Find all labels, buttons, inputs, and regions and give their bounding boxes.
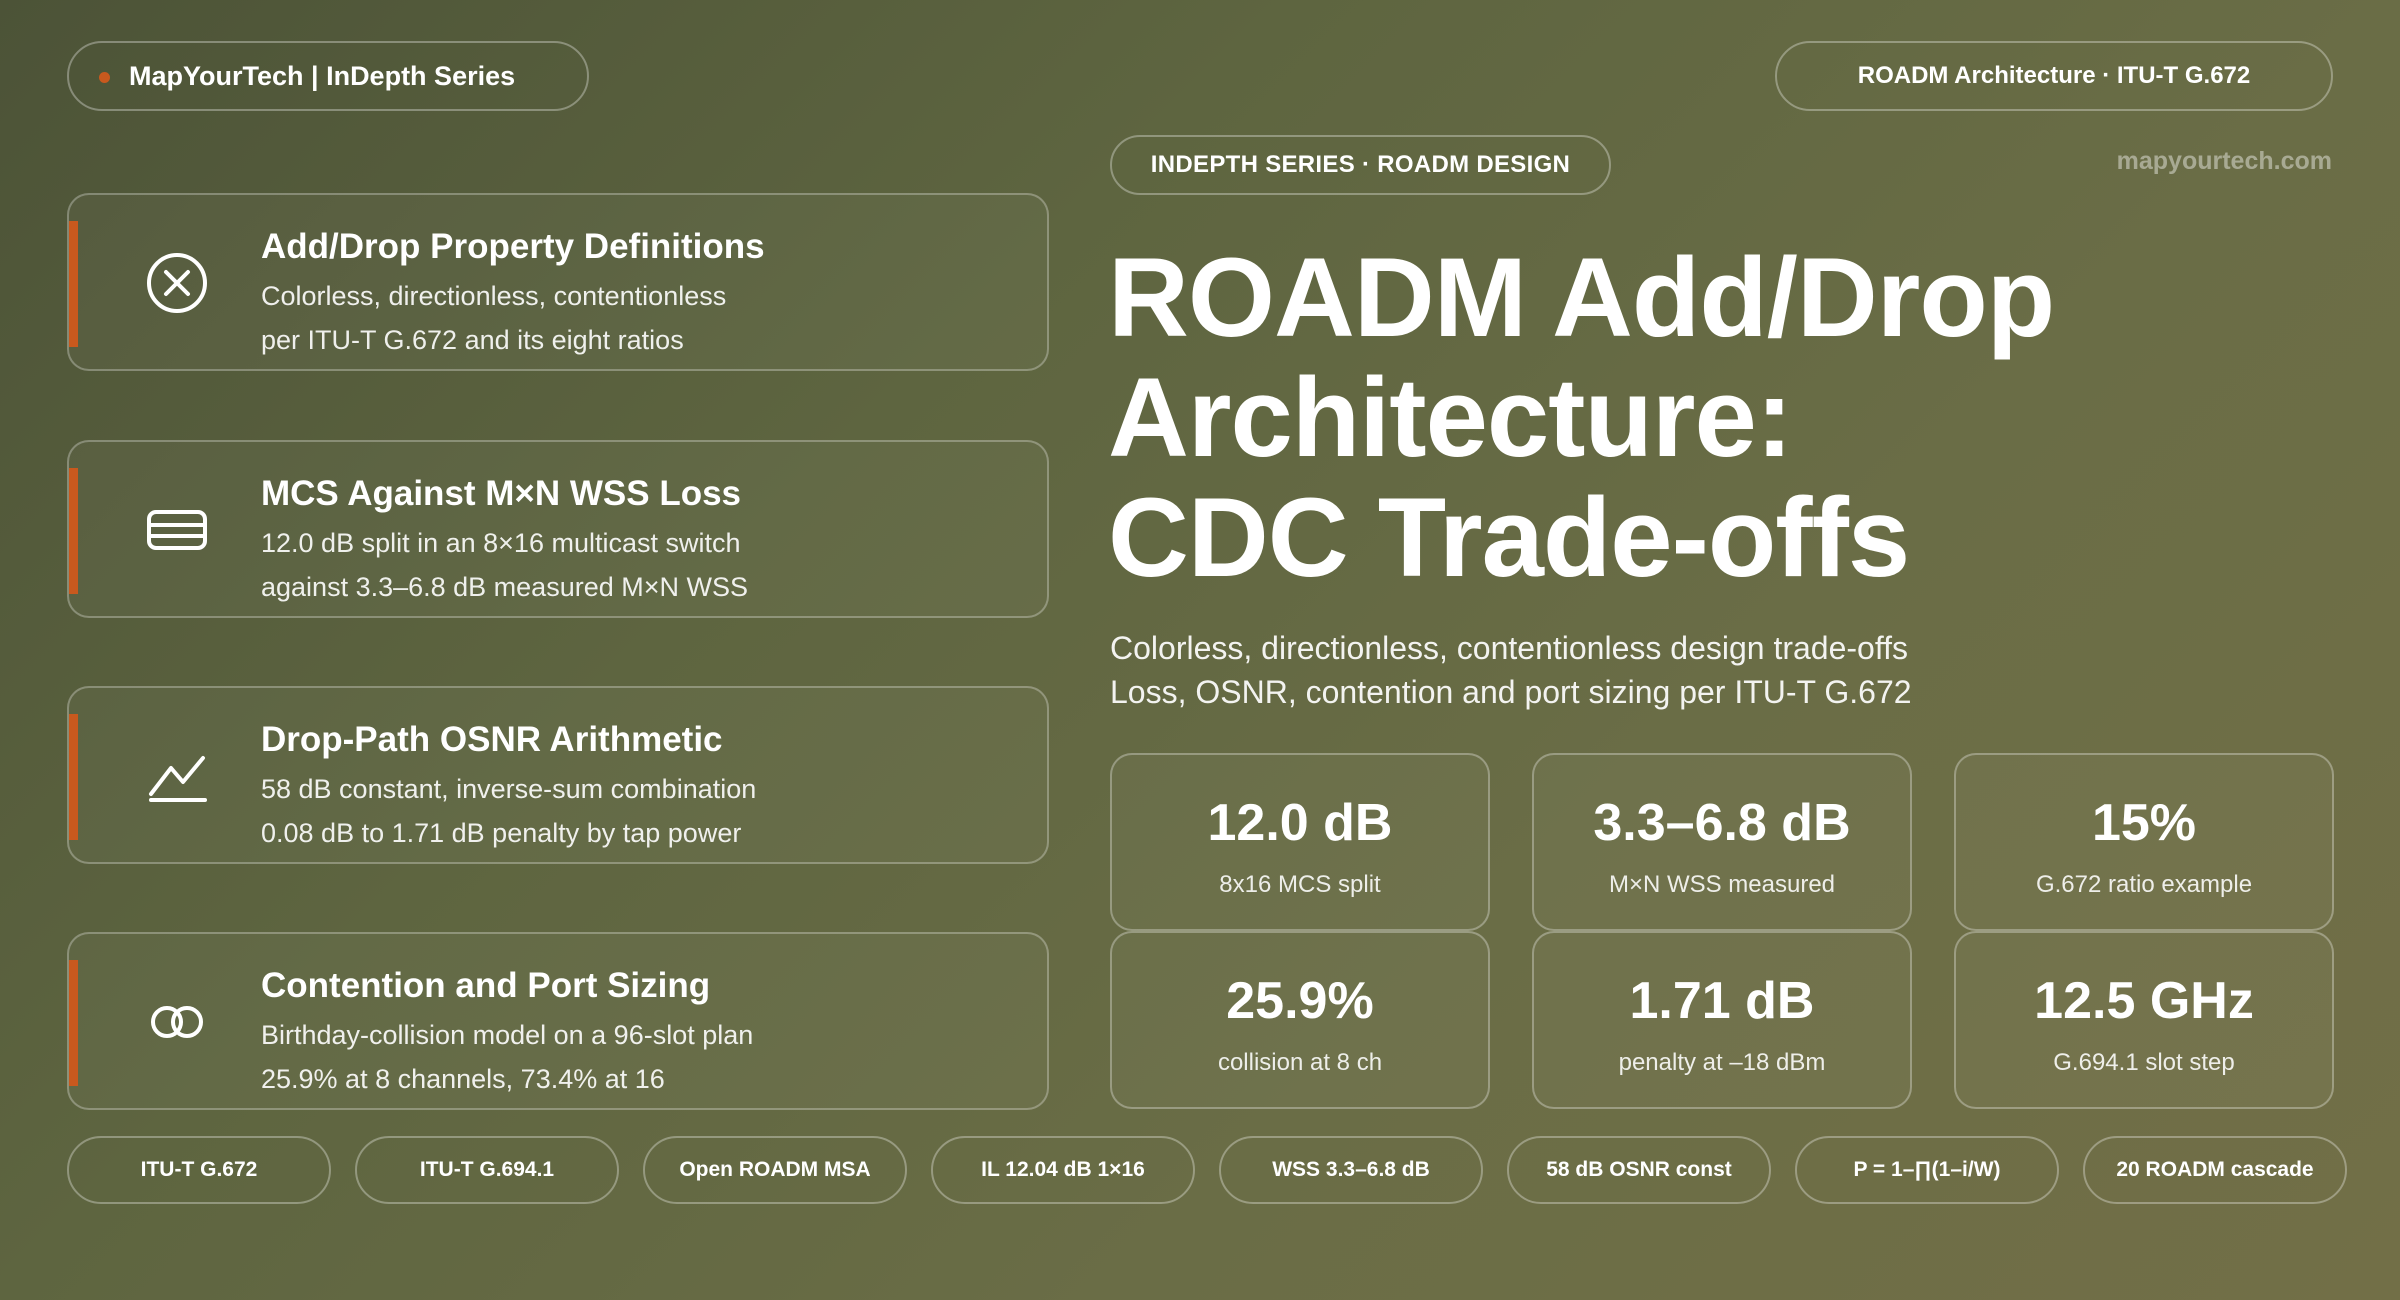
topic-label: ROADM Architecture · ITU-T G.672	[1857, 62, 2251, 89]
card-accent-bar	[69, 468, 78, 594]
tag-pill[interactable]: ITU-T G.694.1	[355, 1136, 619, 1204]
page-title-line: ROADM Add/Drop	[1108, 235, 2055, 360]
stat-value: 12.5 GHz	[2034, 972, 2254, 1030]
page-title-line: Architecture:	[1108, 355, 1793, 480]
overlapping-rings-icon	[151, 1006, 203, 1038]
tag-pill[interactable]: P = 1–∏(1–i/W)	[1795, 1136, 2059, 1204]
tag-label: 20 ROADM cascade	[2116, 1158, 2314, 1181]
card-description: 25.9% at 8 channels, 73.4% at 16	[261, 1064, 665, 1094]
card-title: Drop-Path OSNR Arithmetic	[261, 720, 723, 759]
card-title: Add/Drop Property Definitions	[261, 227, 765, 266]
topic-pill[interactable]: ROADM Architecture · ITU-T G.672	[1775, 41, 2333, 111]
tag-pill[interactable]: Open ROADM MSA	[643, 1136, 907, 1204]
card-description: 0.08 dB to 1.71 dB penalty by tap power	[261, 818, 742, 848]
series-label: INDEPTH SERIES · ROADM DESIGN	[1150, 151, 1571, 178]
stat-label: G.694.1 slot step	[2053, 1049, 2235, 1076]
card-description: per ITU-T G.672 and its eight ratios	[261, 325, 684, 355]
tag-label: ITU-T G.694.1	[419, 1158, 555, 1181]
brand-dot-icon	[99, 72, 110, 83]
stat-value: 15%	[2091, 794, 2197, 852]
tag-pill[interactable]: ITU-T G.672	[67, 1136, 331, 1204]
stat-wss-measured: 3.3–6.8 dB M×N WSS measured	[1532, 753, 1912, 931]
brand-label: MapYourTech | InDepth Series	[129, 60, 516, 91]
brand-pill[interactable]: MapYourTech | InDepth Series	[67, 41, 589, 111]
stat-ratio-example: 15% G.672 ratio example	[1954, 753, 2334, 931]
series-badge: INDEPTH SERIES · ROADM DESIGN	[1110, 135, 1611, 195]
tag-pill[interactable]: 58 dB OSNR const	[1507, 1136, 1771, 1204]
card-description: 58 dB constant, inverse-sum combination	[261, 774, 757, 804]
stat-value: 1.71 dB	[1629, 972, 1815, 1030]
page-title-line: CDC Trade-offs	[1108, 475, 1910, 600]
card-description: 12.0 dB split in an 8×16 multicast switc…	[261, 528, 741, 558]
card-accent-bar	[69, 714, 78, 840]
card-accent-bar	[69, 221, 78, 347]
card-mcs-vs-wss[interactable]: MCS Against M×N WSS Loss 12.0 dB split i…	[67, 440, 1049, 618]
stat-mcs-split: 12.0 dB 8x16 MCS split	[1110, 753, 1490, 931]
tag-pill[interactable]: 20 ROADM cascade	[2083, 1136, 2347, 1204]
stat-value: 12.0 dB	[1207, 794, 1393, 852]
card-description: Birthday-collision model on a 96-slot pl…	[261, 1020, 754, 1050]
card-accent-bar	[69, 960, 78, 1086]
close-circle-icon	[147, 253, 207, 313]
stat-collision: 25.9% collision at 8 ch	[1110, 931, 1490, 1109]
page-title: ROADM Add/Drop Architecture: CDC Trade-o…	[1108, 235, 2055, 600]
stat-value: 3.3–6.8 dB	[1593, 794, 1851, 852]
stat-label: G.672 ratio example	[2035, 871, 2253, 898]
tag-label: 58 dB OSNR const	[1546, 1158, 1732, 1181]
card-osnr-arithmetic[interactable]: Drop-Path OSNR Arithmetic 58 dB constant…	[67, 686, 1049, 864]
stat-label: M×N WSS measured	[1608, 871, 1836, 898]
stat-label: penalty at –18 dBm	[1618, 1049, 1826, 1076]
domain-label: mapyourtech.com	[2116, 147, 2332, 175]
subtitle-line: Loss, OSNR, contention and port sizing p…	[1110, 674, 1912, 710]
tag-label: Open ROADM MSA	[679, 1158, 871, 1181]
tag-label: WSS 3.3–6.8 dB	[1272, 1158, 1430, 1181]
card-contention-sizing[interactable]: Contention and Port Sizing Birthday-coll…	[67, 932, 1049, 1110]
card-title: MCS Against M×N WSS Loss	[261, 474, 742, 513]
stat-label: 8x16 MCS split	[1219, 871, 1381, 898]
stat-penalty: 1.71 dB penalty at –18 dBm	[1532, 931, 1912, 1109]
stat-value: 25.9%	[1226, 972, 1374, 1030]
stacked-card-icon	[147, 510, 207, 550]
subtitle-line: Colorless, directionless, contentionless…	[1110, 630, 1909, 666]
tag-label: ITU-T G.672	[140, 1158, 258, 1181]
tag-label: IL 12.04 dB 1×16	[981, 1158, 1145, 1181]
tag-pill[interactable]: IL 12.04 dB 1×16	[931, 1136, 1195, 1204]
card-add-drop-definitions[interactable]: Add/Drop Property Definitions Colorless,…	[67, 193, 1049, 371]
stat-slot-step: 12.5 GHz G.694.1 slot step	[1954, 931, 2334, 1109]
tag-label: P = 1–∏(1–i/W)	[1853, 1158, 2001, 1181]
tag-pill[interactable]: WSS 3.3–6.8 dB	[1219, 1136, 1483, 1204]
line-chart-icon	[149, 756, 207, 802]
card-title: Contention and Port Sizing	[261, 966, 711, 1005]
card-description: against 3.3–6.8 dB measured M×N WSS	[261, 572, 749, 602]
card-description: Colorless, directionless, contentionless	[261, 281, 727, 311]
stat-label: collision at 8 ch	[1217, 1049, 1383, 1076]
